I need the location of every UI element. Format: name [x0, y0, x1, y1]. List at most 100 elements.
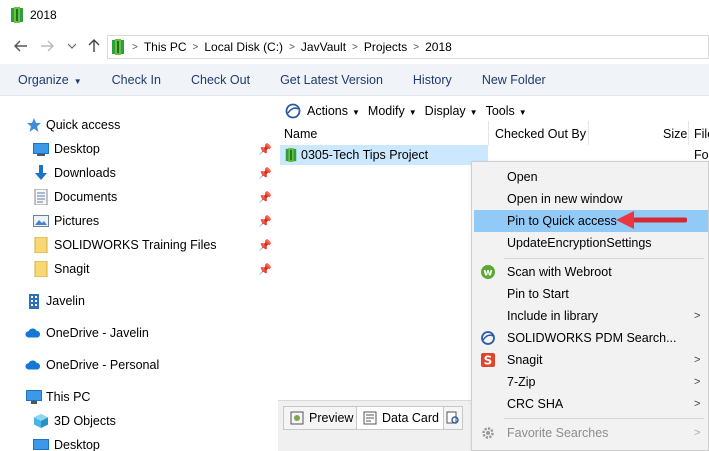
pdm-command-bar: Actions ▼ Modify ▼ Display ▼ Tools ▼	[278, 100, 535, 122]
menu-item-scan-with-webroot[interactable]: w Scan with Webroot	[474, 261, 708, 283]
check-in-button[interactable]: Check In	[97, 73, 176, 87]
star-icon	[26, 117, 42, 133]
menu-item-crc-sha[interactable]: CRC SHA >	[474, 393, 708, 415]
pin-icon[interactable]: 📌	[258, 263, 272, 276]
breadcrumb-separator-icon: >	[352, 41, 358, 53]
table-row[interactable]: 0305-Tech Tips Project	[280, 145, 488, 165]
tab-preview[interactable]: Preview	[283, 406, 361, 430]
tab-more[interactable]	[443, 406, 463, 430]
column-header-size[interactable]: Size	[663, 123, 687, 145]
breadcrumb-local-disk[interactable]: Local Disk (C:)	[204, 40, 283, 54]
breadcrumb-separator-icon: >	[413, 41, 420, 53]
up-arrow-icon[interactable]	[85, 37, 103, 55]
sidebar-item-this-pc[interactable]: This PC	[0, 386, 276, 408]
pin-icon[interactable]: 📌	[258, 143, 272, 156]
menu-item-snagit[interactable]: S Snagit >	[474, 349, 708, 371]
submenu-arrow-icon: >	[694, 310, 701, 322]
breadcrumb-javvault[interactable]: JavVault	[301, 40, 346, 54]
command-bar: Organize ▼ Check In Check Out Get Latest …	[0, 64, 709, 96]
caret-down-icon: ▼	[352, 108, 360, 117]
column-divider[interactable]	[488, 121, 489, 145]
tab-label: Preview	[309, 411, 354, 425]
menu-item-favorite-searches: Favorite Searches >	[474, 422, 708, 444]
sidebar-item-javelin[interactable]: Javelin	[0, 290, 276, 312]
forward-arrow-icon[interactable]	[38, 37, 56, 55]
pin-icon[interactable]: 📌	[258, 239, 272, 252]
sidebar-item-label: OneDrive - Personal	[46, 358, 160, 372]
modify-menu[interactable]: Modify ▼	[368, 104, 417, 118]
submenu-arrow-icon: >	[694, 354, 701, 366]
display-menu[interactable]: Display ▼	[425, 104, 478, 118]
menu-item-open[interactable]: Open	[474, 166, 708, 188]
column-header-checked-out-by[interactable]: Checked Out By	[495, 123, 586, 145]
title-bar: 2018	[0, 0, 709, 32]
file-type-cell: Fo	[694, 148, 709, 162]
chevron-down-icon[interactable]	[63, 37, 81, 55]
check-out-button[interactable]: Check Out	[176, 73, 265, 87]
cloud-icon	[25, 357, 41, 373]
tools-menu[interactable]: Tools ▼	[486, 104, 527, 118]
pin-icon[interactable]: 📌	[258, 215, 272, 228]
column-header-file-type[interactable]: File	[694, 123, 709, 145]
folder-icon	[33, 261, 49, 277]
breadcrumb-separator-icon: >	[289, 41, 295, 53]
data-card-icon	[363, 411, 377, 425]
sidebar-item-documents[interactable]: Documents 📌	[0, 186, 276, 208]
menu-item-label: Scan with Webroot	[507, 265, 612, 279]
pdm-search-icon	[480, 330, 496, 346]
menu-item-open-new-window[interactable]: Open in new window	[474, 188, 708, 210]
sidebar-item-quick-access[interactable]: Quick access	[0, 114, 276, 136]
history-button[interactable]: History	[398, 73, 467, 87]
column-divider[interactable]	[688, 121, 689, 145]
sidebar-item-label: Pictures	[54, 214, 100, 228]
submenu-arrow-icon: >	[694, 398, 701, 410]
sidebar-item-onedrive-javelin[interactable]: OneDrive - Javelin	[0, 322, 276, 344]
pin-icon[interactable]: 📌	[258, 167, 272, 180]
menu-item-pin-to-start[interactable]: Pin to Start	[474, 283, 708, 305]
menu-item-label: UpdateEncryptionSettings	[507, 236, 652, 250]
pdm-folder-icon	[285, 148, 297, 162]
menu-item-include-in-library[interactable]: Include in library >	[474, 305, 708, 327]
column-header-name[interactable]: Name	[284, 123, 317, 145]
pdm-vault-folder-icon	[112, 39, 124, 55]
menu-item-label: SOLIDWORKS PDM Search...	[507, 331, 677, 345]
sidebar-item-downloads[interactable]: Downloads 📌	[0, 162, 276, 184]
caret-down-icon: ▼	[73, 76, 82, 86]
sidebar-item-label: Javelin	[46, 294, 85, 308]
sidebar-item-desktop[interactable]: Desktop 📌	[0, 138, 276, 160]
sidebar-item-snagit[interactable]: Snagit 📌	[0, 258, 276, 280]
column-divider[interactable]	[588, 121, 589, 145]
eye-icon	[290, 411, 304, 425]
sidebar-item-desktop-pc[interactable]: Desktop	[0, 434, 276, 451]
snagit-icon: S	[480, 352, 496, 368]
sidebar-item-label: Desktop	[54, 142, 100, 156]
organize-button[interactable]: Organize ▼	[0, 73, 97, 87]
menu-item-update-encryption-settings[interactable]: UpdateEncryptionSettings	[474, 232, 708, 254]
menu-item-label: 7-Zip	[507, 375, 536, 389]
caret-down-icon: ▼	[518, 108, 527, 117]
desktop-icon	[33, 437, 49, 451]
new-folder-button[interactable]: New Folder	[467, 73, 561, 87]
sidebar-item-solidworks-training-files[interactable]: SOLIDWORKS Training Files 📌	[0, 234, 276, 256]
menu-item-7-zip[interactable]: 7-Zip >	[474, 371, 708, 393]
address-bar[interactable]: > This PC > Local Disk (C:) > JavVault >…	[107, 35, 709, 59]
menu-item-label: Open	[507, 170, 538, 184]
menu-item-label: Snagit	[507, 353, 543, 367]
building-icon	[26, 293, 42, 309]
actions-menu[interactable]: Actions ▼	[307, 104, 360, 118]
breadcrumb-projects[interactable]: Projects	[364, 40, 407, 54]
get-latest-version-button[interactable]: Get Latest Version	[265, 73, 398, 87]
sidebar-item-label: Downloads	[54, 166, 116, 180]
tab-data-card[interactable]: Data Card	[356, 406, 446, 430]
menu-item-solidworks-pdm-search[interactable]: SOLIDWORKS PDM Search...	[474, 327, 708, 349]
breadcrumb-this-pc[interactable]: This PC	[144, 40, 187, 54]
webroot-icon: w	[480, 264, 496, 280]
back-arrow-icon[interactable]	[12, 37, 30, 55]
breadcrumb-2018[interactable]: 2018	[425, 40, 452, 54]
pin-icon[interactable]: 📌	[258, 191, 272, 204]
sidebar-item-onedrive-personal[interactable]: OneDrive - Personal	[0, 354, 276, 376]
sidebar-item-label: This PC	[46, 390, 91, 404]
documents-icon	[33, 189, 49, 205]
sidebar-item-pictures[interactable]: Pictures 📌	[0, 210, 276, 232]
sidebar-item-3d-objects[interactable]: 3D Objects	[0, 410, 276, 432]
